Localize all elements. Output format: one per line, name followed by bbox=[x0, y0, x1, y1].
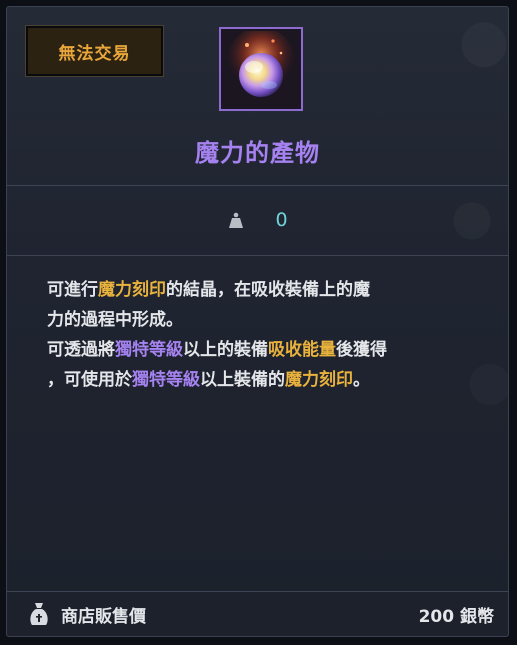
description-text: ，可使用於 bbox=[47, 370, 132, 390]
highlight-absorb-energy: 吸收能量 bbox=[268, 340, 336, 360]
description-text: 的結晶，在吸收裝備上的魔 bbox=[166, 280, 370, 300]
weight-icon bbox=[227, 211, 245, 229]
highlight-magic-engraving: 魔力刻印 bbox=[285, 370, 353, 390]
highlight-unique-grade: 獨特等級 bbox=[115, 340, 183, 360]
money-bag-icon bbox=[27, 601, 51, 627]
item-tooltip: 無法交易 魔力的產物 0 可進行魔力刻印的結晶，在吸收裝備上的魔 力的過程中形成… bbox=[6, 6, 509, 637]
description-text: 。 bbox=[353, 370, 370, 390]
item-description: 可進行魔力刻印的結晶，在吸收裝備上的魔 力的過程中形成。 可透過將獨特等級以上的… bbox=[47, 275, 487, 395]
weight-value: 0 bbox=[275, 209, 288, 231]
description-line: ，可使用於獨特等級以上裝備的魔力刻印。 bbox=[47, 365, 487, 395]
description-line: 力的過程中形成。 bbox=[47, 305, 487, 335]
untradable-badge: 無法交易 bbox=[25, 25, 164, 77]
item-icon-frame bbox=[219, 27, 303, 111]
weight-row: 0 bbox=[7, 185, 508, 255]
sell-price-row: 商店販售價 200 銀幣 bbox=[7, 591, 508, 636]
description-text: 力的過程中形成。 bbox=[47, 310, 183, 330]
sell-price-label: 商店販售價 bbox=[61, 606, 146, 627]
description-text: 可透過將 bbox=[47, 340, 115, 360]
sell-price-label-group: 商店販售價 bbox=[27, 601, 146, 627]
description-text: 後獲得 bbox=[336, 340, 387, 360]
description-text: 以上裝備的 bbox=[200, 370, 285, 390]
description-text: 可進行 bbox=[47, 280, 98, 300]
sell-price-value: 200 銀幣 bbox=[418, 606, 494, 627]
item-name: 魔力的產物 bbox=[195, 139, 320, 167]
divider bbox=[7, 255, 508, 256]
description-line: 可進行魔力刻印的結晶，在吸收裝備上的魔 bbox=[47, 275, 487, 305]
description-text: 以上的裝備 bbox=[183, 340, 268, 360]
highlight-magic-engraving: 魔力刻印 bbox=[98, 280, 166, 300]
highlight-unique-grade: 獨特等級 bbox=[132, 370, 200, 390]
magic-crystal-orb-icon bbox=[223, 31, 299, 107]
description-line: 可透過將獨特等級以上的裝備吸收能量後獲得 bbox=[47, 335, 487, 365]
